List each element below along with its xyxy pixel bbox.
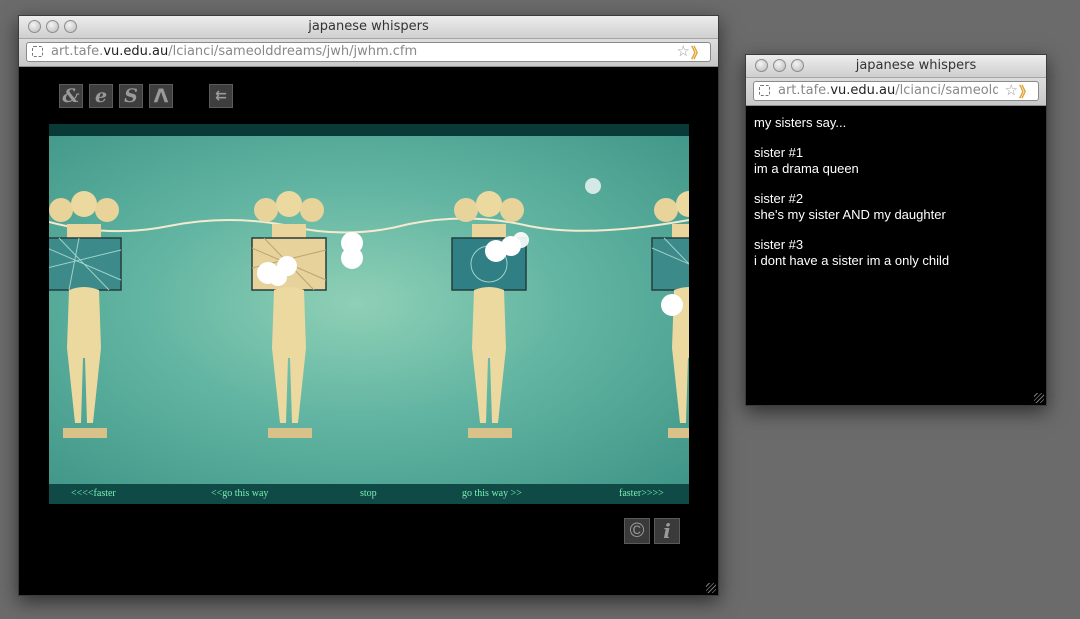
animation-stage: <<<<faster <<go this way stop go this wa… [49,124,689,504]
sister-label: sister #1 [754,145,804,160]
main-browser-window: japanese whispers art.tafe.vu.edu.au/lci… [18,15,719,596]
whisper-dot [341,247,363,269]
sister-quote: i dont have a sister im a only child [754,253,950,268]
resize-grip-icon[interactable] [1034,393,1044,403]
whispers-text-panel: my sisters say... sister #1 im a drama q… [746,106,1046,292]
japanese-whispers-artwork [49,136,689,484]
title-bar[interactable]: japanese whispers [746,55,1046,78]
address-bar: art.tafe.vu.edu.au/lcianci/sameoldd ☆ 》 [746,78,1046,106]
s-nav-icon[interactable]: S [119,84,143,108]
a-nav-icon[interactable]: Λ [149,84,173,108]
whisper-dot [269,268,287,286]
minimize-button[interactable] [773,59,786,72]
url-text[interactable]: art.tafe.vu.edu.au/lcianci/sameolddreams… [51,44,670,59]
bookmark-star-icon[interactable]: ☆ [1005,82,1018,99]
go-back-control[interactable]: <<go this way [211,488,268,499]
sister-label: sister #2 [754,191,804,206]
whisper-dot [661,294,683,316]
playback-controls: <<<<faster <<go this way stop go this wa… [49,484,689,504]
faster-forward-control[interactable]: faster>>>> [619,488,664,499]
sister-quote: she's my sister AND my daughter [754,207,946,222]
whisper-dot [513,232,529,248]
back-arrow-icon[interactable]: ⇇ [209,84,233,108]
stop-control[interactable]: stop [360,488,377,499]
title-bar[interactable]: japanese whispers [19,16,718,39]
info-icon[interactable]: i [654,518,680,544]
sister-entry: sister #1 im a drama queen [754,145,1038,177]
sister-quote: im a drama queen [754,161,859,176]
sister-entry: sister #2 she's my sister AND my daughte… [754,191,1038,223]
faster-back-control[interactable]: <<<<faster [71,488,116,499]
three-headed-figure [49,188,129,464]
window-title: japanese whispers [855,58,977,73]
ampersand-nav-icon[interactable]: & [59,84,83,108]
whisper-dot [585,178,601,194]
heading: my sisters say... [754,115,847,130]
copyright-icon[interactable]: © [624,518,650,544]
popup-browser-window: japanese whispers art.tafe.vu.edu.au/lci… [745,54,1047,406]
url-field[interactable]: art.tafe.vu.edu.au/lcianci/sameoldd ☆ 》 [753,81,1039,101]
sister-label: sister #3 [754,237,804,252]
e-nav-icon[interactable]: e [89,84,113,108]
url-text[interactable]: art.tafe.vu.edu.au/lcianci/sameoldd [778,83,998,98]
three-headed-figure [644,188,689,464]
resize-grip-icon[interactable] [706,583,716,593]
address-bar: art.tafe.vu.edu.au/lcianci/sameolddreams… [19,39,718,67]
bookmark-star-icon[interactable]: ☆ [677,43,690,60]
three-headed-figure [244,188,334,464]
three-headed-figure [444,188,534,464]
window-title: japanese whispers [308,19,429,34]
rss-feed-icon[interactable]: 》 [691,43,705,61]
sister-entry: sister #3 i dont have a sister im a only… [754,237,1038,269]
url-field[interactable]: art.tafe.vu.edu.au/lcianci/sameolddreams… [26,42,711,62]
page-icon [759,85,770,96]
go-forward-control[interactable]: go this way >> [462,488,522,499]
rss-feed-icon[interactable]: 》 [1019,82,1033,100]
page-icon [32,46,43,57]
close-button[interactable] [755,59,768,72]
